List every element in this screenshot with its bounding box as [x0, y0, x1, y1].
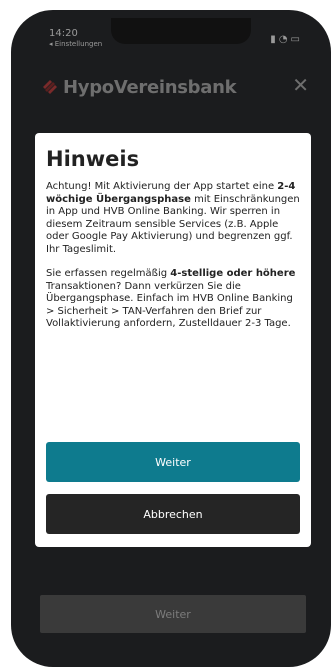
- status-icons: ▮◔▭: [270, 34, 303, 45]
- signal-icon: ▮: [270, 34, 279, 45]
- hvb-logo-icon: [41, 78, 59, 96]
- status-bar: 14:20 ◂ Einstellungen ▮◔▭: [11, 10, 331, 56]
- brand-logo: HypoVereinsbank: [41, 74, 237, 100]
- continue-button[interactable]: Weiter: [46, 442, 300, 482]
- wifi-icon: ◔: [278, 34, 291, 45]
- dialog-paragraph-1: Achtung! Mit Aktivierung der App startet…: [46, 181, 300, 255]
- background-continue-button[interactable]: Weiter: [40, 595, 306, 633]
- brand-name: HypoVereinsbank: [63, 76, 237, 98]
- notch: [111, 18, 251, 44]
- dialog-body: Achtung! Mit Aktivierung der App startet…: [46, 181, 304, 343]
- status-time: 14:20: [49, 28, 78, 39]
- notice-dialog: Hinweis Achtung! Mit Aktivierung der App…: [35, 133, 311, 547]
- battery-icon: ▭: [290, 34, 303, 45]
- dialog-title: Hinweis: [46, 147, 140, 171]
- back-to-settings-link[interactable]: ◂ Einstellungen: [49, 40, 102, 48]
- cancel-button[interactable]: Abbrechen: [46, 494, 300, 534]
- dialog-paragraph-2: Sie erfassen regelmäßig 4-stellige oder …: [46, 268, 296, 329]
- close-icon[interactable]: ✕: [292, 73, 309, 97]
